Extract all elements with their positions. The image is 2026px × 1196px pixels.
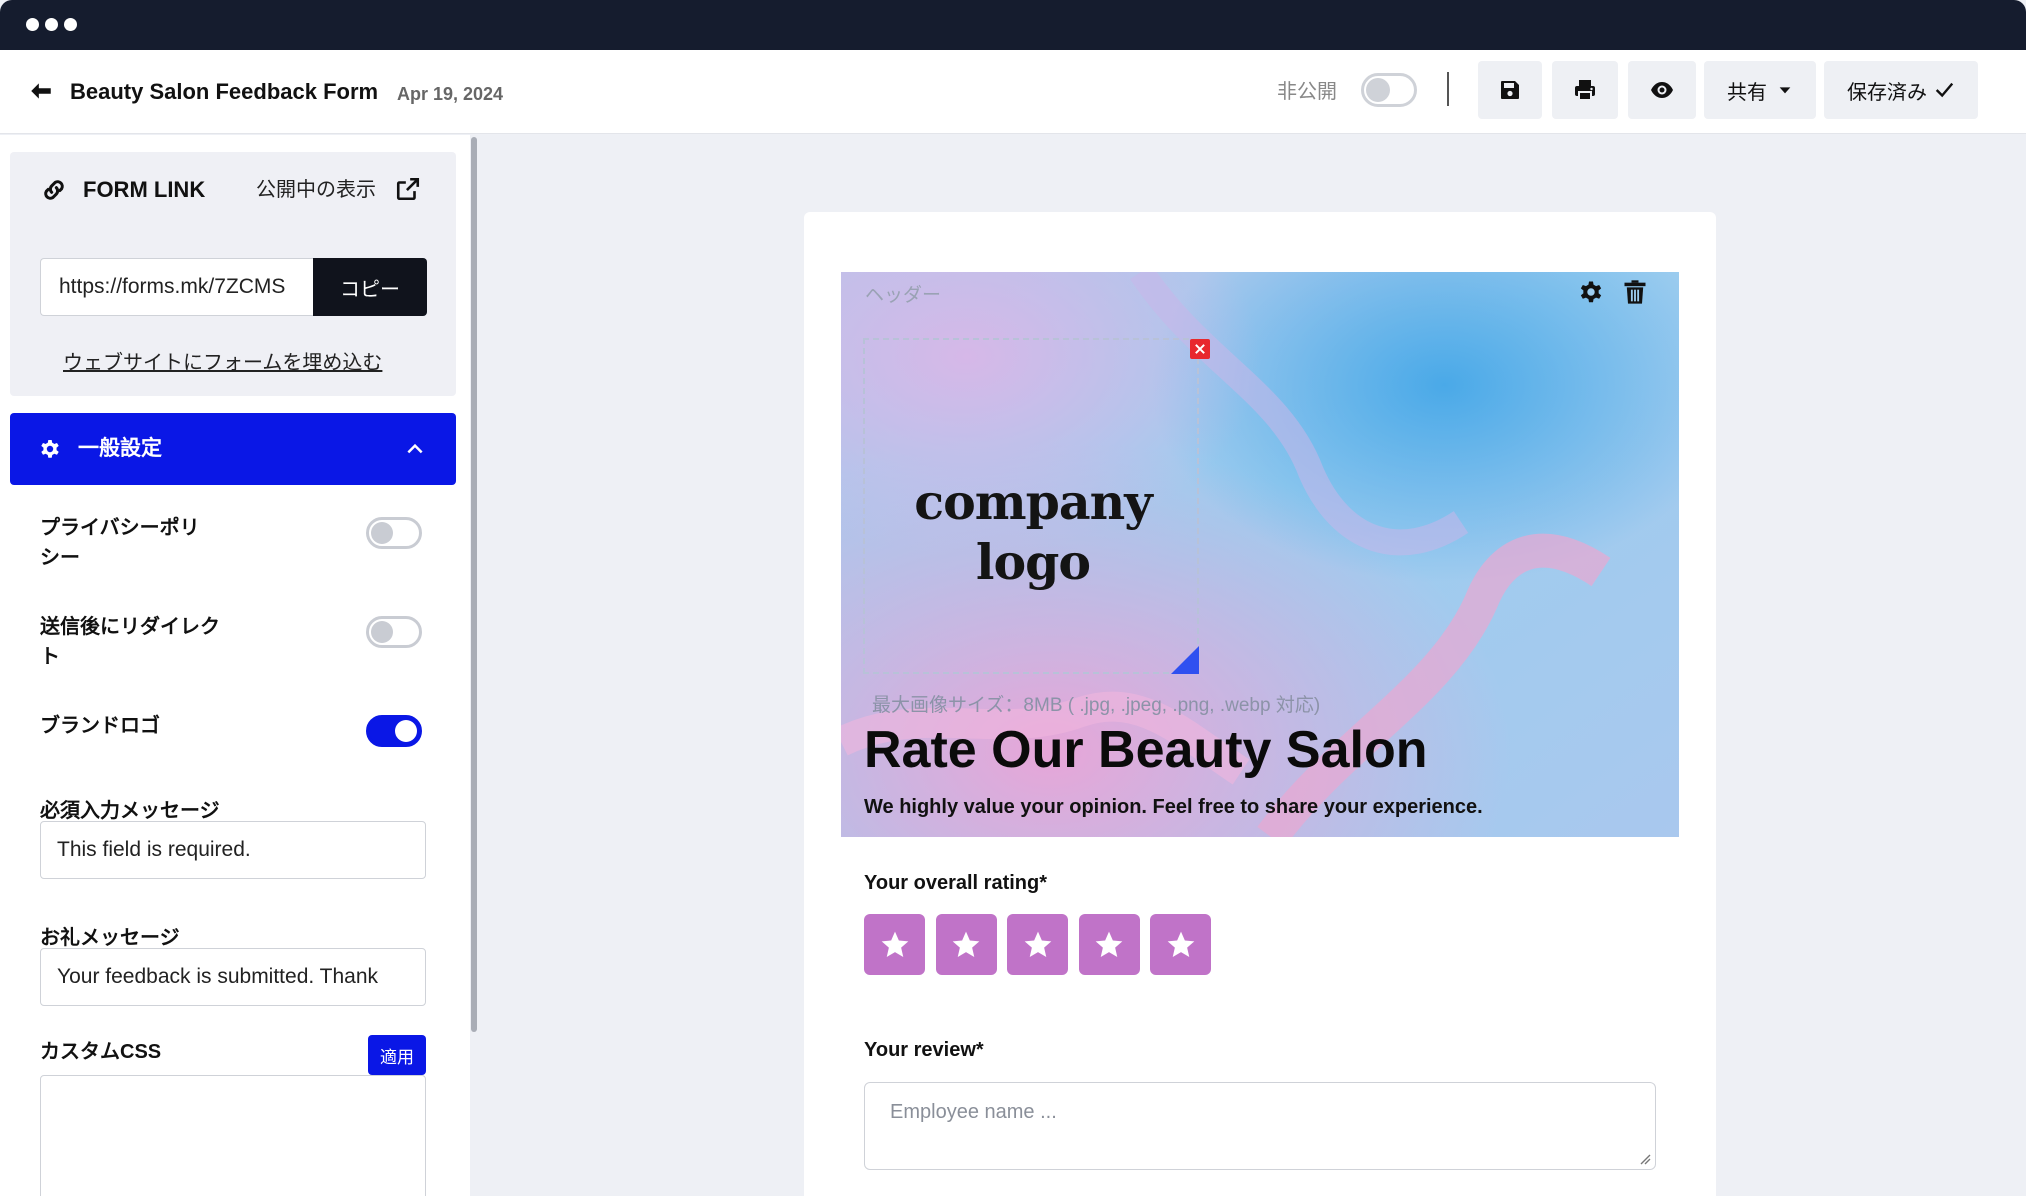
toggle-knob [395, 720, 417, 742]
link-icon [44, 180, 64, 200]
form-subheading[interactable]: We highly value your opinion. Feel free … [864, 792, 1483, 822]
star-icon [881, 931, 908, 957]
visibility-label: 非公開 [1277, 81, 1337, 103]
print-icon [1575, 80, 1595, 101]
rating-star-2[interactable] [935, 914, 997, 975]
caret-down-icon [1779, 87, 1791, 94]
rating-star-3[interactable] [1007, 914, 1068, 975]
thank-you-message-input[interactable] [40, 948, 426, 1006]
window-dot-2[interactable] [45, 18, 58, 31]
close-icon [1195, 344, 1205, 354]
preview-button[interactable] [1628, 61, 1696, 119]
form-title: Beauty Salon Feedback Form [70, 79, 379, 104]
privacy-policy-label: プライバシーポリ シー [40, 517, 200, 569]
logo-resize-handle[interactable] [1171, 646, 1199, 674]
share-button[interactable]: 共有 [1704, 61, 1816, 119]
form-link-card: FORM LINK 公開中の表示 コピー ウェブサイトにフォームを埋め込む [10, 152, 456, 396]
star-icon [952, 931, 980, 957]
toolbar-divider [1447, 72, 1449, 106]
header-block-label: ヘッダー [865, 285, 942, 306]
external-link-icon[interactable] [395, 176, 421, 202]
window-dot-1[interactable] [26, 18, 39, 31]
check-icon [1935, 82, 1954, 98]
chevron-up-icon[interactable] [405, 439, 425, 459]
image-size-hint: 最大画像サイズ：8MB ( .jpg, .jpeg, .png, .webp 対… [872, 695, 1321, 716]
review-textarea[interactable]: Employee name ... [864, 1082, 1656, 1170]
toggle-knob [371, 522, 393, 544]
resize-grip-icon[interactable] [1639, 1153, 1651, 1165]
star-icon [1095, 931, 1123, 957]
top-bar: Beauty Salon Feedback Form Apr 19, 2024 … [0, 50, 2026, 134]
star-icon [1167, 931, 1194, 957]
save-button[interactable] [1478, 61, 1542, 119]
print-button[interactable] [1552, 61, 1618, 119]
eye-icon [1651, 82, 1673, 98]
gear-icon[interactable] [1577, 278, 1605, 306]
save-icon [1501, 81, 1519, 99]
form-link-title: FORM LINK [83, 177, 206, 202]
toggle-knob [371, 621, 393, 643]
general-settings-title: 一般設定 [78, 437, 162, 460]
review-placeholder: Employee name ... [890, 1101, 1057, 1123]
logo-upload-box[interactable]: company logo [863, 338, 1199, 674]
embed-form-link[interactable]: ウェブサイトにフォームを埋め込む [63, 348, 382, 378]
window-dot-3[interactable] [64, 18, 77, 31]
saved-label: 保存済み [1847, 81, 1927, 104]
company-logo-image: company logo [914, 473, 1152, 591]
remove-logo-button[interactable] [1190, 339, 1210, 359]
custom-css-textarea[interactable] [40, 1075, 426, 1196]
form-heading[interactable]: Rate Our Beauty Salon [864, 718, 1427, 782]
general-settings-header[interactable]: 一般設定 [10, 413, 456, 485]
apply-css-button[interactable]: 適用 [368, 1035, 426, 1075]
custom-css-label: カスタムCSS [40, 1041, 162, 1063]
required-message-input[interactable] [40, 821, 426, 879]
rating-star-4[interactable] [1078, 914, 1140, 975]
public-view-link[interactable]: 公開中の表示 [256, 174, 376, 206]
privacy-policy-toggle[interactable] [366, 517, 422, 549]
form-url-input[interactable] [40, 258, 316, 316]
rating-question-label[interactable]: Your overall rating* [864, 868, 1047, 898]
trash-icon[interactable] [1621, 278, 1649, 306]
copy-button[interactable]: コピー [313, 258, 427, 316]
star-icon [1024, 931, 1051, 957]
share-label: 共有 [1727, 81, 1767, 104]
redirect-toggle[interactable] [366, 616, 422, 648]
brand-logo-label: ブランドロゴ [40, 715, 160, 737]
saved-status-button[interactable]: 保存済み [1824, 61, 1978, 119]
scrollbar-thumb[interactable] [471, 137, 477, 1032]
toggle-knob [1366, 78, 1390, 102]
brand-logo-toggle[interactable] [366, 715, 422, 747]
settings-panel: FORM LINK 公開中の表示 コピー ウェブサイトにフォームを埋め込む 一般… [0, 135, 470, 1196]
gear-icon [41, 440, 59, 458]
rating-star-5[interactable] [1150, 914, 1211, 975]
back-arrow-icon[interactable] [28, 78, 54, 104]
settings-scrollbar[interactable] [470, 135, 478, 1196]
redirect-label: 送信後にリダイレク ト [40, 616, 220, 668]
window-titlebar [0, 0, 2026, 50]
form-date: Apr 19, 2024 [397, 84, 504, 104]
review-question-label[interactable]: Your review* [864, 1035, 984, 1065]
visibility-toggle[interactable] [1361, 73, 1417, 107]
rating-star-1[interactable] [864, 914, 925, 975]
